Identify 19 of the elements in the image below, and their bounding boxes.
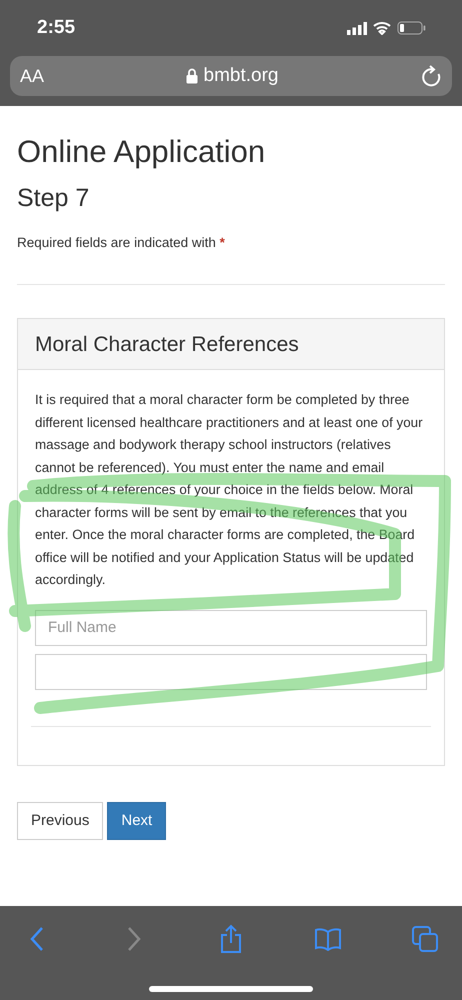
step-heading: Step 7 bbox=[17, 184, 90, 213]
lock-icon bbox=[186, 68, 198, 84]
signal-icon bbox=[347, 22, 367, 34]
status-time: 2:55 bbox=[37, 17, 76, 39]
input-field[interactable] bbox=[35, 654, 427, 690]
instructions-paragraph: It is required that a moral character form be completed by three different licensed healthcare practitioners and at least one of your massage and bodywork therapy school instructors (relatives cannot be referenced). You must enter the name and email address of 4 references of your choice in the fields below. Moral character forms will be sent by email to the references that you enter. Once the moral character forms are completed, the Board office will be notified and your Application Status will be updated accordingly. bbox=[35, 391, 424, 589]
name-field[interactable]: Full Name bbox=[35, 610, 427, 646]
wifi-icon bbox=[373, 21, 391, 35]
required-note: Required fields are indicated with * bbox=[17, 235, 226, 250]
url-text: bmbt.org bbox=[204, 65, 278, 87]
tabs-icon[interactable] bbox=[410, 924, 440, 954]
address-bar[interactable]: AA bmbt.org bbox=[10, 56, 452, 96]
panel-title: Moral Character References bbox=[35, 333, 300, 357]
text-size-button[interactable]: AA bbox=[20, 66, 44, 86]
previous-button[interactable]: Previous bbox=[17, 802, 104, 840]
next-button[interactable]: Next bbox=[107, 802, 166, 840]
battery-icon bbox=[397, 21, 426, 35]
page-title: Online Application bbox=[17, 134, 266, 170]
reload-icon[interactable] bbox=[420, 65, 442, 87]
